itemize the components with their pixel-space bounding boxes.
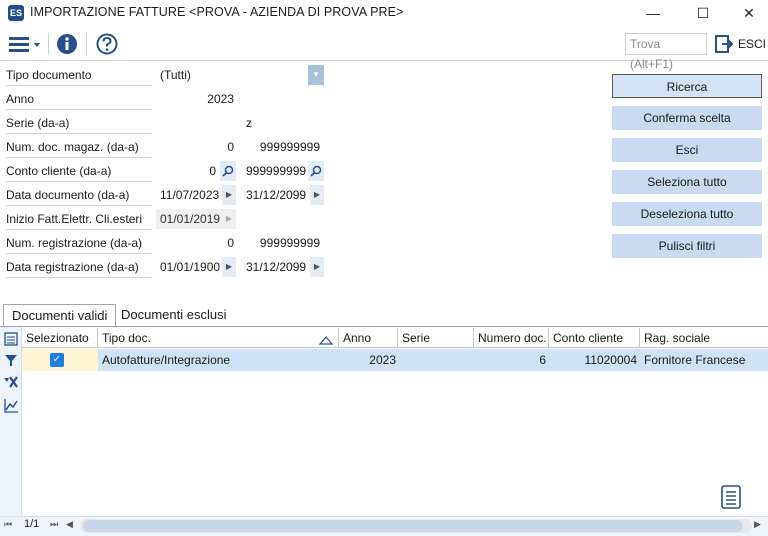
page-indicator: 1/1	[24, 518, 40, 530]
info-button[interactable]	[56, 33, 78, 55]
data-registrazione-to-input[interactable]: 31/12/2099	[242, 257, 308, 277]
chevron-right-icon[interactable]: ▶	[310, 185, 324, 205]
scroll-right-icon[interactable]: ▶	[754, 519, 761, 530]
label-anno: Anno	[6, 88, 152, 110]
sort-ascending-icon	[318, 334, 334, 345]
exit-icon[interactable]	[714, 34, 734, 54]
search-icon[interactable]	[308, 161, 324, 181]
column-header-conto-cliente[interactable]: Conto cliente	[549, 328, 640, 348]
menu-button[interactable]	[8, 34, 42, 54]
help-button[interactable]	[96, 33, 118, 55]
chevron-right-icon: ▶	[222, 209, 236, 229]
label-inizio-fatt: Inizio Fatt.Elettr. Cli.esteri	[6, 208, 152, 230]
app-icon: ES	[8, 5, 24, 21]
data-documento-from-input[interactable]: 11/07/2023	[156, 185, 220, 205]
cell-numero-doc: 6	[539, 353, 546, 367]
help-icon	[96, 33, 118, 55]
filter-icon[interactable]	[3, 353, 19, 369]
seleziona-tutto-button[interactable]: Seleziona tutto	[612, 170, 762, 194]
maximize-button[interactable]: ☐	[680, 0, 726, 26]
cell-serie	[400, 349, 470, 371]
chevron-right-icon[interactable]: ▶	[222, 185, 236, 205]
cell-anno: 2023	[369, 353, 396, 367]
label-num-doc-magaz: Num. doc. magaz. (da-a)	[6, 136, 152, 158]
label-data-documento: Data documento (da-a)	[6, 184, 152, 206]
scroll-left-icon[interactable]: ◀	[66, 519, 73, 530]
ricerca-button[interactable]: Ricerca	[612, 74, 762, 98]
exit-button[interactable]: ESCI	[738, 33, 766, 55]
cell-tipo-doc: Autofatture/Integrazione	[102, 353, 231, 367]
conferma-scelta-button[interactable]: Conferma scelta	[612, 106, 762, 130]
toolbar-separator	[48, 33, 49, 55]
inizio-fatt-input: 01/01/2019	[156, 209, 222, 229]
label-serie: Serie (da-a)	[6, 112, 152, 134]
column-header-rag-sociale[interactable]: Rag. sociale	[640, 328, 768, 348]
num-registrazione-from-input[interactable]: 0	[156, 233, 238, 253]
serie-from-input[interactable]	[156, 113, 238, 133]
deseleziona-tutto-button[interactable]: Deseleziona tutto	[612, 202, 762, 226]
pulisci-filtri-button[interactable]: Pulisci filtri	[612, 234, 762, 258]
tab-documenti-esclusi[interactable]: Documenti esclusi	[113, 304, 235, 327]
tab-documenti-validi[interactable]: Documenti validi	[3, 304, 117, 327]
column-header-tipo-doc[interactable]: Tipo doc.	[98, 328, 339, 348]
scrollbar-thumb[interactable]	[83, 520, 743, 532]
esci-button[interactable]: Esci	[612, 138, 762, 162]
report-icon[interactable]	[720, 484, 742, 510]
data-documento-to-input[interactable]: 31/12/2099	[242, 185, 308, 205]
num-doc-to-input[interactable]: 999999999	[242, 137, 324, 157]
search-input[interactable]: Trova (Alt+F1)	[625, 33, 707, 71]
serie-to-input[interactable]: z	[242, 113, 324, 133]
cell-conto-cliente: 11020004	[584, 353, 638, 367]
data-registrazione-from-input[interactable]: 01/01/1900	[156, 257, 220, 277]
num-registrazione-to-input[interactable]: 999999999	[242, 233, 324, 253]
window-title: IMPORTAZIONE FATTURE <PROVA - AZIENDA DI…	[30, 5, 404, 19]
first-page-icon[interactable]: ⏮	[4, 519, 12, 530]
cell-rag-sociale: Fornitore Francese	[644, 353, 746, 367]
label-num-registrazione: Num. registrazione (da-a)	[6, 232, 152, 254]
list-icon[interactable]	[3, 332, 19, 348]
last-page-icon[interactable]: ⏭	[50, 519, 58, 530]
column-header-selezionato[interactable]: Selezionato	[22, 328, 98, 348]
chevron-right-icon[interactable]: ▶	[310, 257, 324, 277]
column-header-anno[interactable]: Anno	[339, 328, 398, 348]
num-doc-from-input[interactable]: 0	[156, 137, 238, 157]
minimize-button[interactable]: —	[630, 0, 676, 26]
toolbar-separator	[86, 33, 87, 55]
chevron-right-icon[interactable]: ▶	[222, 257, 236, 277]
label-conto-cliente: Conto cliente (da-a)	[6, 160, 152, 182]
column-header-serie[interactable]: Serie	[398, 328, 474, 348]
conto-cliente-to-input[interactable]: 999999999	[242, 161, 306, 181]
search-icon[interactable]	[220, 161, 236, 181]
clear-filter-icon[interactable]	[3, 375, 19, 391]
close-button[interactable]: ✕	[726, 0, 768, 26]
tab-divider	[0, 326, 768, 327]
chevron-down-icon[interactable]: ▼	[308, 65, 324, 85]
column-header-numero-doc[interactable]: Numero doc.	[474, 328, 549, 348]
checkbox-selected[interactable]: ✓	[50, 353, 64, 367]
hamburger-icon	[9, 37, 40, 52]
label-tipo-documento: Tipo documento	[6, 64, 152, 86]
conto-cliente-from-input[interactable]: 0	[156, 161, 220, 181]
chart-icon[interactable]	[3, 398, 19, 414]
tipo-documento-select[interactable]: (Tutti)	[156, 65, 308, 85]
info-icon	[57, 34, 77, 54]
anno-input[interactable]: 2023	[156, 89, 238, 109]
label-data-registrazione: Data registrazione (da-a)	[6, 256, 152, 278]
